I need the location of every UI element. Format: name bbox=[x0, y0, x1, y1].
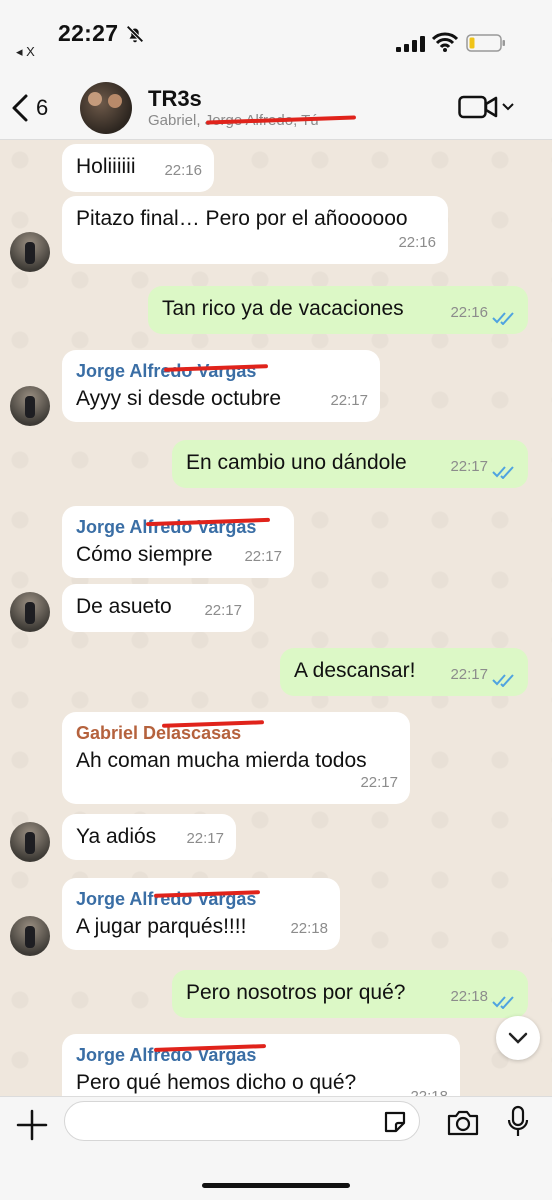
back-button[interactable]: 6 bbox=[10, 88, 70, 128]
group-avatar[interactable] bbox=[80, 82, 132, 134]
message-outgoing[interactable]: En cambio uno dándole 22:17 bbox=[172, 440, 528, 488]
avatar[interactable] bbox=[10, 822, 50, 862]
signal-icon bbox=[396, 36, 425, 52]
wifi-icon bbox=[432, 32, 458, 52]
message-text: Pero nosotros por qué? bbox=[186, 981, 406, 1004]
chevron-down-icon bbox=[502, 103, 514, 111]
message-text: Ya adiós bbox=[76, 825, 157, 848]
message-incoming[interactable]: Pitazo final… Pero por el añoooooo 22:16 bbox=[62, 196, 448, 264]
message-time: 22:17 bbox=[450, 458, 488, 475]
video-camera-icon bbox=[458, 95, 498, 119]
message-outgoing[interactable]: A descansar! 22:17 bbox=[280, 648, 528, 696]
message-incoming[interactable]: Holiiiiii 22:16 bbox=[62, 144, 214, 192]
message-time: 22:16 bbox=[164, 162, 202, 179]
chevron-down-icon bbox=[508, 1032, 528, 1044]
double-check-icon bbox=[492, 996, 514, 1009]
battery-icon bbox=[466, 34, 505, 52]
avatar[interactable] bbox=[10, 916, 50, 956]
message-time: 22:18 bbox=[290, 920, 328, 937]
message-time: 22:17 bbox=[360, 774, 398, 791]
plus-icon[interactable] bbox=[14, 1107, 50, 1143]
status-time: 22:27 bbox=[58, 20, 119, 46]
message-incoming[interactable]: Jorge Alfredo Vargas Ayyy si desde octub… bbox=[62, 350, 380, 422]
message-time: 22:17 bbox=[450, 666, 488, 683]
bell-slash-icon bbox=[126, 25, 144, 43]
unread-chats-count: 6 bbox=[36, 95, 49, 120]
message-time: 22:16 bbox=[450, 304, 488, 321]
message-text: Pitazo final… Pero por el añoooooo bbox=[76, 207, 408, 230]
message-time: 22:17 bbox=[244, 548, 282, 565]
chat-header: 22:27 ◂ X 6 TR3s Gabriel, Jorge Alfredo,… bbox=[0, 0, 552, 140]
sticker-icon[interactable] bbox=[382, 1109, 408, 1135]
composer-bar bbox=[0, 1096, 552, 1200]
message-incoming[interactable]: De asueto 22:17 bbox=[62, 584, 254, 632]
message-time: 22:17 bbox=[204, 602, 242, 619]
message-text: Holiiiiii bbox=[76, 155, 136, 178]
message-time: 22:18 bbox=[410, 1084, 448, 1096]
message-incoming[interactable]: Jorge Alfredo Vargas A jugar parqués!!!!… bbox=[62, 878, 340, 950]
message-outgoing[interactable]: Tan rico ya de vacaciones 22:16 bbox=[148, 286, 528, 334]
message-text: Tan rico ya de vacaciones bbox=[162, 297, 404, 320]
double-check-icon bbox=[492, 674, 514, 687]
message-text: De asueto bbox=[76, 595, 172, 618]
camera-icon[interactable] bbox=[446, 1109, 480, 1137]
message-time: 22:17 bbox=[330, 392, 368, 409]
group-name[interactable]: TR3s bbox=[148, 86, 202, 112]
message-time: 22:18 bbox=[450, 988, 488, 1005]
message-text: Ah coman mucha mierda todos bbox=[76, 749, 367, 772]
message-outgoing[interactable]: Pero nosotros por qué? 22:18 bbox=[172, 970, 528, 1018]
scroll-to-bottom-button[interactable] bbox=[496, 1016, 540, 1060]
message-list[interactable]: Holiiiiii 22:16 Pitazo final… Pero por e… bbox=[0, 140, 552, 1096]
avatar[interactable] bbox=[10, 592, 50, 632]
message-text: Ayyy si desde octubre bbox=[76, 387, 282, 410]
sender-name[interactable]: Jorge Alfredo Vargas bbox=[76, 360, 366, 382]
microphone-icon[interactable] bbox=[506, 1105, 530, 1139]
message-incoming[interactable]: Ya adiós 22:17 bbox=[62, 814, 236, 860]
double-check-icon bbox=[492, 312, 514, 325]
back-to-app-link[interactable]: ◂ X bbox=[16, 44, 35, 60]
message-time: 22:17 bbox=[186, 830, 224, 847]
message-text: En cambio uno dándole bbox=[186, 451, 407, 474]
message-text: Cómo siempre bbox=[76, 543, 213, 566]
message-incoming[interactable]: Gabriel Delascasas Ah coman mucha mierda… bbox=[62, 712, 410, 804]
video-call-button[interactable] bbox=[458, 92, 516, 122]
home-indicator bbox=[202, 1183, 350, 1188]
sender-name[interactable]: Gabriel Delascasas bbox=[76, 722, 396, 744]
message-incoming[interactable]: Jorge Alfredo Vargas Cómo siempre 22:17 bbox=[62, 506, 294, 578]
message-time: 22:16 bbox=[398, 234, 436, 251]
message-text: A descansar! bbox=[294, 659, 416, 682]
message-text: A jugar parqués!!!! bbox=[76, 915, 247, 938]
message-input[interactable] bbox=[64, 1101, 420, 1141]
double-check-icon bbox=[492, 466, 514, 479]
message-text: Pero qué hemos dicho o qué? bbox=[76, 1071, 357, 1094]
back-chevron-icon bbox=[12, 94, 28, 122]
avatar[interactable] bbox=[10, 386, 50, 426]
avatar[interactable] bbox=[10, 232, 50, 272]
